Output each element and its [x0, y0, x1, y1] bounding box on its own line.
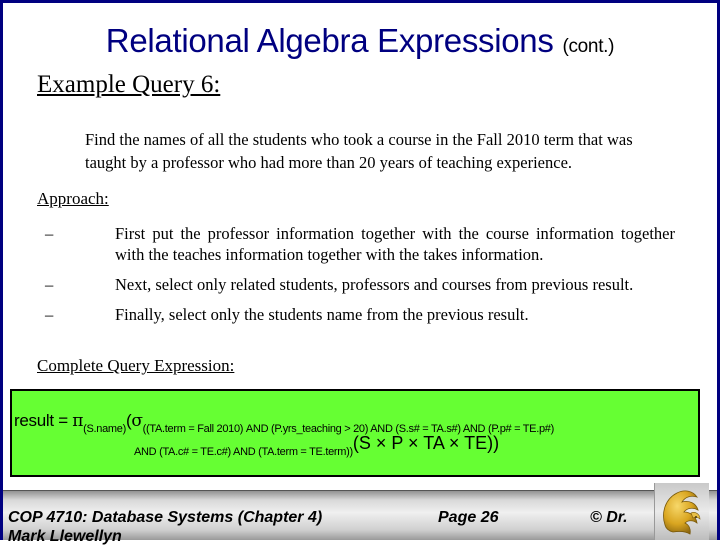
- footer-page: Page 26: [438, 509, 499, 526]
- footer-copyright: © Dr.: [590, 509, 628, 526]
- footer-course: COP 4710: Database Systems (Chapter 4): [8, 509, 323, 526]
- query-heading: Example Query 6:: [37, 71, 221, 98]
- approach-heading: Approach:: [37, 189, 109, 208]
- dash-marker: –: [45, 305, 54, 324]
- approach-item: – Next, select only related students, pr…: [45, 274, 675, 295]
- expression-line-1: result = π(S.name)(σ((TA.term = Fall 201…: [14, 411, 554, 435]
- approach-item: – First put the professor information to…: [45, 223, 675, 265]
- approach-item-text: First put the professor information toge…: [115, 224, 675, 264]
- approach-item-text: Finally, select only the students name f…: [115, 305, 529, 324]
- selection-condition-2: AND (TA.c# = TE.c#) AND (TA.term = TE.te…: [134, 446, 353, 458]
- sigma-symbol: σ: [131, 411, 143, 431]
- cartesian-product: (S × P × TA × TE)): [352, 433, 500, 453]
- approach-item: – Finally, select only the students name…: [45, 304, 675, 325]
- title-text: Relational Algebra Expressions: [105, 22, 554, 59]
- expression-line-2: AND (TA.c# = TE.c#) AND (TA.term = TE.te…: [134, 433, 499, 458]
- projection-attributes: (S.name): [83, 423, 126, 435]
- expression-lhs: result =: [14, 411, 73, 430]
- ucf-pegasus-logo-icon: [663, 490, 701, 535]
- logo-container: [654, 483, 709, 540]
- footer-author: Mark Llewellyn: [8, 528, 122, 545]
- approach-list: – First put the professor information to…: [45, 223, 675, 334]
- slide-title: Relational Algebra Expressions (cont.): [0, 22, 720, 60]
- dash-marker: –: [45, 275, 54, 294]
- title-suffix: (cont.): [562, 36, 615, 57]
- approach-item-text: Next, select only related students, prof…: [115, 275, 634, 294]
- dash-marker: –: [45, 224, 54, 243]
- footer-divider: [3, 490, 717, 491]
- complete-heading: Complete Query Expression:: [37, 356, 235, 375]
- pi-symbol: π: [72, 411, 84, 431]
- query-expression-box: result = π(S.name)(σ((TA.term = Fall 201…: [10, 389, 700, 477]
- query-description: Find the names of all the students who t…: [85, 130, 633, 172]
